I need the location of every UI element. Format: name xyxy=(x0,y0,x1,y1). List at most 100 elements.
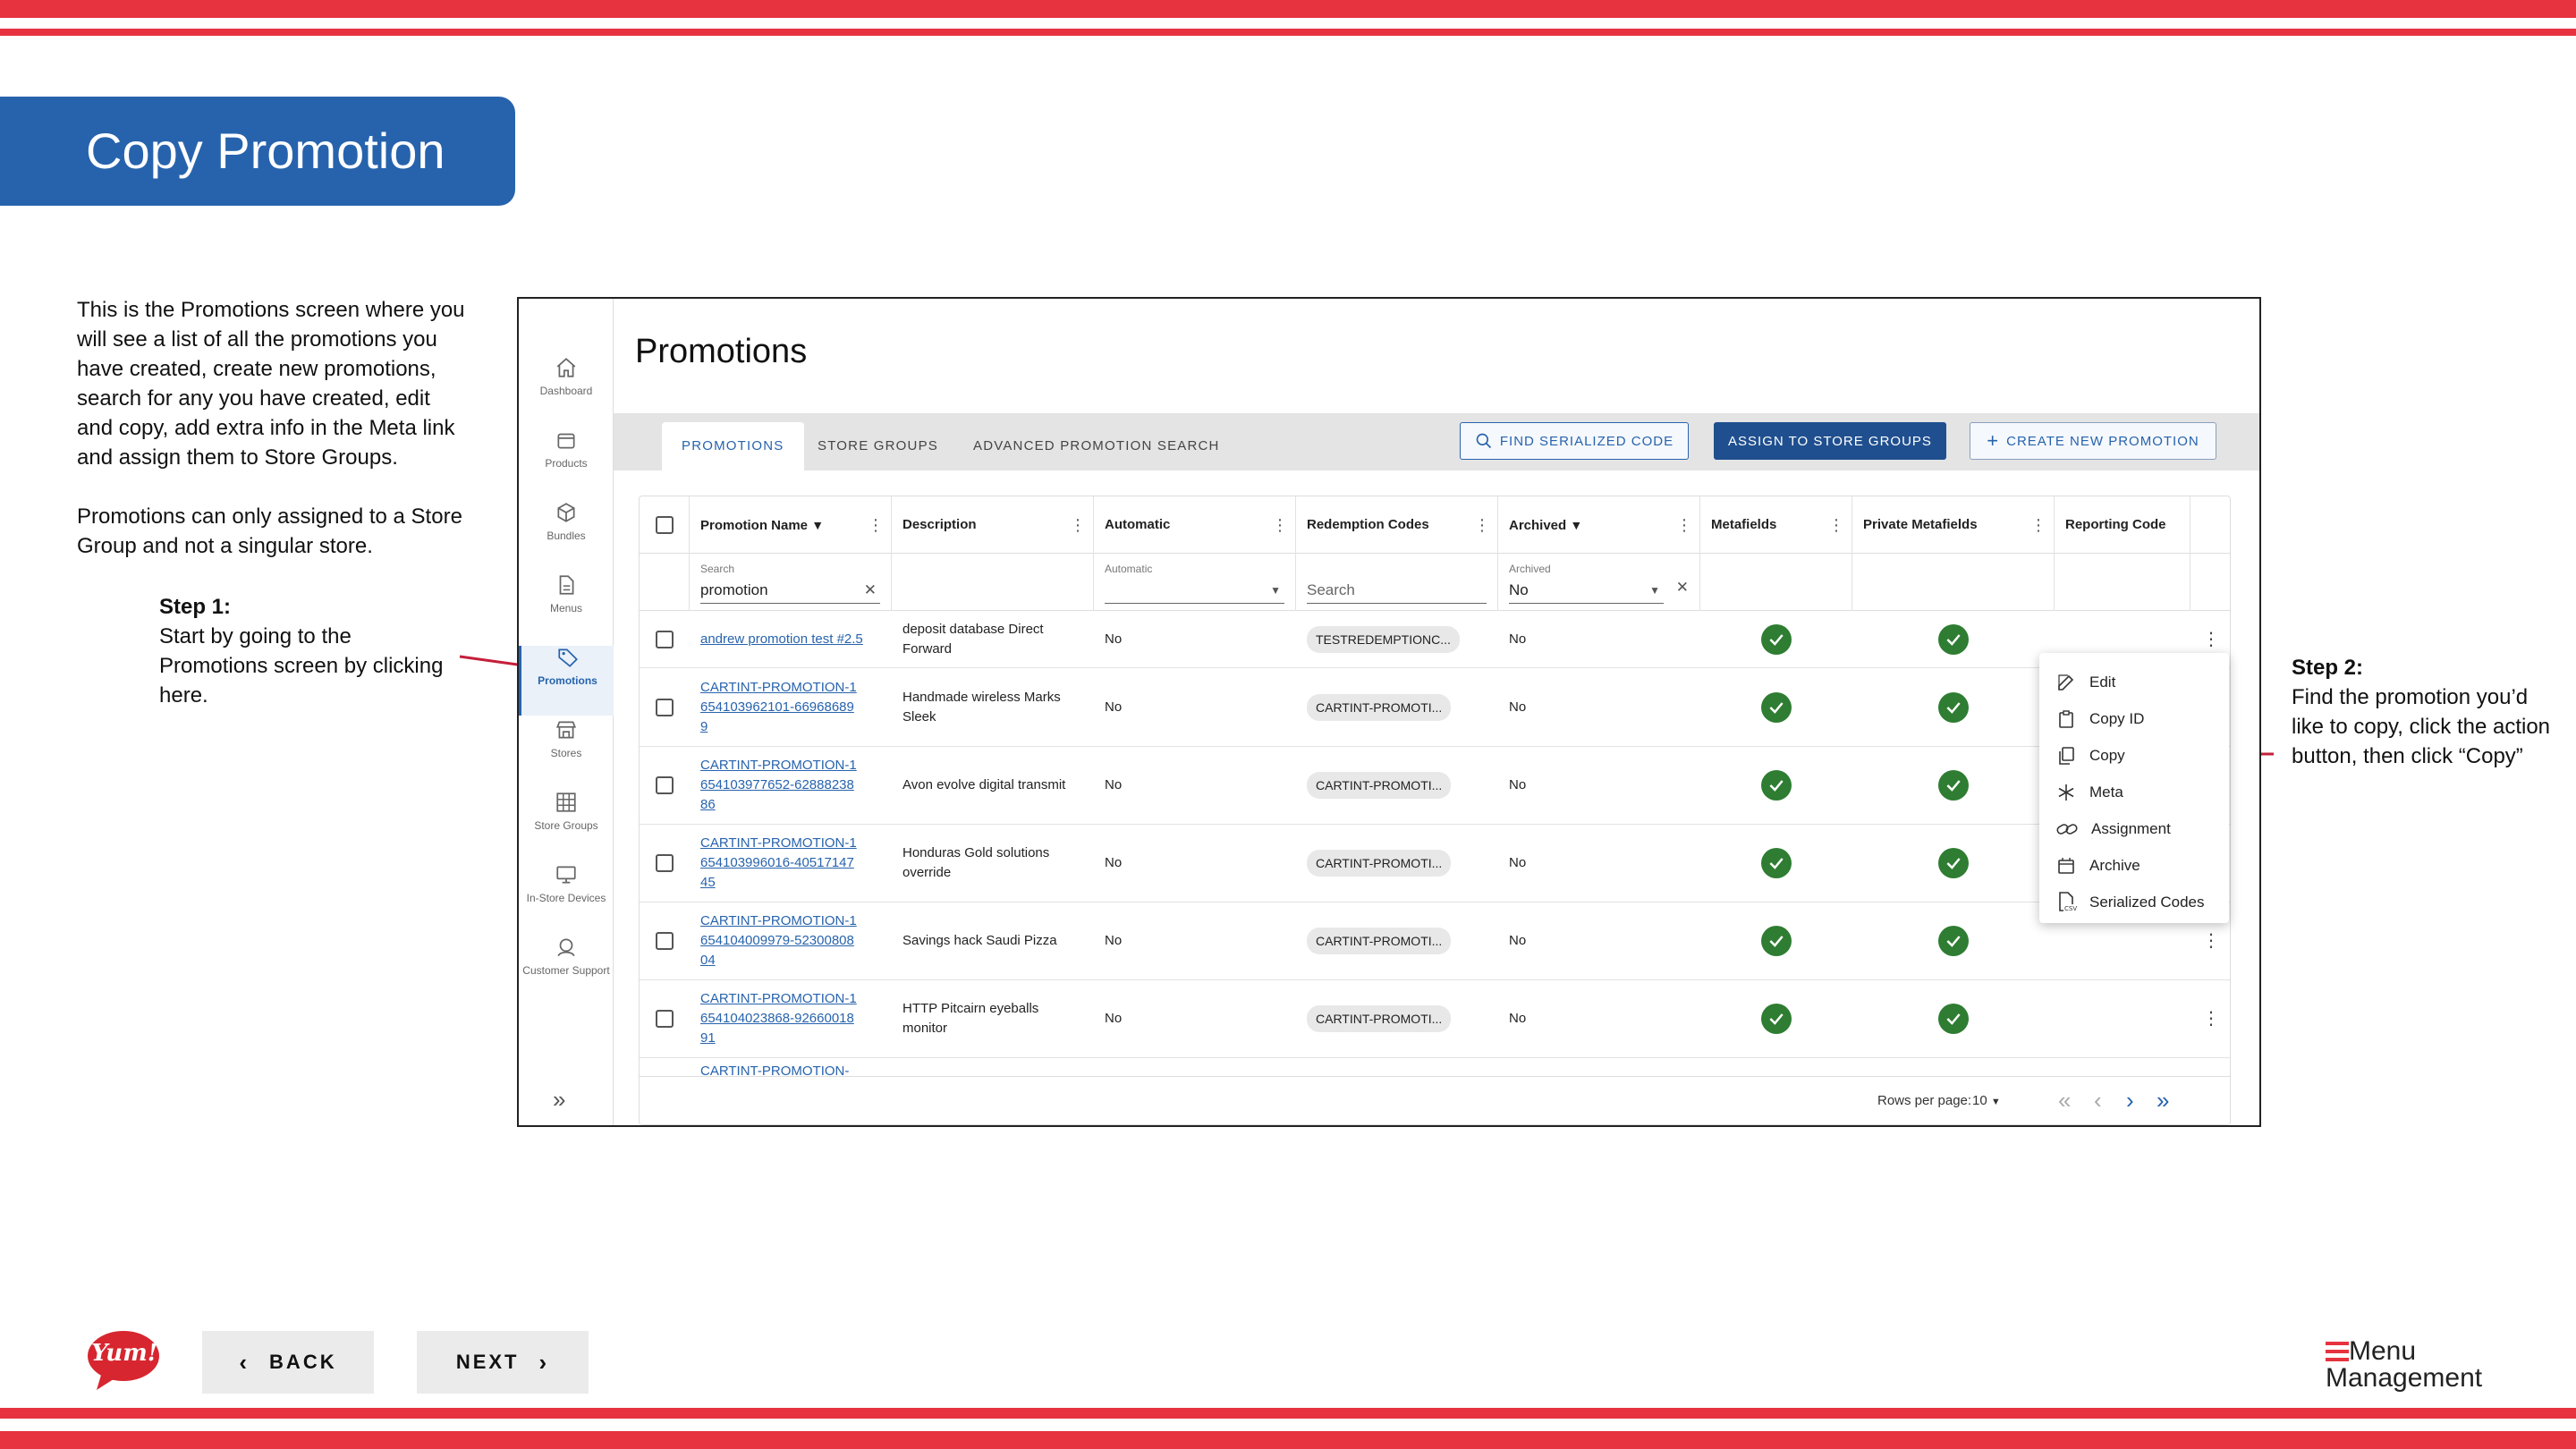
promotion-name-cell: CARTINT-PROMOTION-1654104009979-52300808… xyxy=(690,902,860,979)
column-menu-icon[interactable]: ⋮ xyxy=(1828,496,1844,554)
column-menu-icon[interactable]: ⋮ xyxy=(1272,496,1288,554)
row-select-cell xyxy=(640,747,690,824)
description-cell: HTTP Pitcairn eyeballs monitor xyxy=(902,1001,1039,1036)
next-button[interactable]: NEXT › xyxy=(417,1331,589,1394)
top-stripe-1 xyxy=(0,0,2576,18)
check-circle-icon xyxy=(1938,926,1969,956)
bottom-stripe-1 xyxy=(0,1408,2576,1419)
expand-rail-icon[interactable]: » xyxy=(553,1086,565,1114)
table-row-partial: CARTINT-PROMOTION- xyxy=(640,1058,2230,1076)
find-serialized-code-button[interactable]: FIND SERIALIZED CODE xyxy=(1460,422,1689,460)
page-title: Promotions xyxy=(635,333,808,370)
name-filter-input[interactable]: promotion ✕ xyxy=(700,579,880,604)
row-checkbox[interactable] xyxy=(656,630,674,648)
more-vertical-icon[interactable]: ⋮ xyxy=(2202,630,2220,649)
menu-item-copy-id[interactable]: Copy ID xyxy=(2039,700,2229,737)
copy-icon xyxy=(2059,746,2074,765)
menu-item-meta[interactable]: Meta xyxy=(2039,774,2229,810)
metafields-cell xyxy=(1700,980,1852,1057)
automatic-cell: No xyxy=(1105,777,1123,792)
menu-item-copy[interactable]: Copy xyxy=(2039,737,2229,774)
column-automatic[interactable]: Automatic ⋮ xyxy=(1094,496,1296,554)
column-description[interactable]: Description ⋮ xyxy=(892,496,1094,554)
column-menu-icon[interactable]: ⋮ xyxy=(868,496,884,554)
row-checkbox[interactable] xyxy=(656,1010,674,1028)
tab-advanced-promotion-search[interactable]: ADVANCED PROMOTION SEARCH xyxy=(953,422,1240,470)
previous-page-icon[interactable]: ‹ xyxy=(2094,1088,2102,1113)
column-metafields[interactable]: Metafields ⋮ xyxy=(1700,496,1852,554)
tab-store-groups[interactable]: STORE GROUPS xyxy=(798,422,958,470)
promotion-name-link[interactable]: CARTINT-PROMOTION-1654103977652-62888238… xyxy=(700,756,860,815)
automatic-cell: No xyxy=(1105,631,1123,647)
column-archived[interactable]: Archived ▼ ⋮ xyxy=(1498,496,1700,554)
menu-item-archive[interactable]: Archive xyxy=(2039,847,2229,884)
clear-icon[interactable]: ✕ xyxy=(864,579,877,602)
column-redemption-codes[interactable]: Redemption Codes ⋮ xyxy=(1296,496,1498,554)
promotion-name-cell: CARTINT-PROMOTION-1654103977652-62888238… xyxy=(690,747,860,824)
codes-filter-input[interactable]: Search xyxy=(1307,579,1487,604)
tab-promotions[interactable]: PROMOTIONS xyxy=(662,422,804,470)
column-menu-icon[interactable]: ⋮ xyxy=(1676,496,1692,554)
last-page-icon[interactable]: » xyxy=(2157,1088,2169,1113)
menu-item-serialized-codes[interactable]: CSV Serialized Codes xyxy=(2039,884,2229,920)
nav-item-products[interactable]: Products xyxy=(519,428,614,498)
nav-item-promotions[interactable]: Promotions xyxy=(519,646,614,716)
dropdown-arrow-icon: ▼ xyxy=(1649,584,1660,597)
check-circle-icon xyxy=(1761,770,1792,801)
menu-item-assignment[interactable]: Assignment xyxy=(2039,810,2229,847)
nav-label-bundles: Bundles xyxy=(547,530,586,542)
back-button[interactable]: ‹ BACK xyxy=(202,1331,374,1394)
store-icon xyxy=(555,721,577,739)
nav-item-customer-support[interactable]: Customer Support xyxy=(519,936,614,1016)
automatic-filter-select[interactable]: ▼ xyxy=(1105,579,1284,604)
search-icon xyxy=(1476,433,1491,449)
nav-item-dashboard[interactable]: Dashboard xyxy=(519,356,614,426)
first-page-icon[interactable]: « xyxy=(2058,1088,2071,1113)
more-vertical-icon[interactable]: ⋮ xyxy=(2202,1009,2220,1029)
select-all-column xyxy=(640,496,690,554)
row-checkbox[interactable] xyxy=(656,776,674,794)
row-checkbox[interactable] xyxy=(656,698,674,716)
assign-to-store-groups-button[interactable]: ASSIGN TO STORE GROUPS xyxy=(1714,422,1946,460)
row-checkbox[interactable] xyxy=(656,932,674,950)
table-row: andrew promotion test #2.5 deposit datab… xyxy=(640,611,2230,668)
promotion-name-link[interactable]: CARTINT-PROMOTION-1654103962101-66968689… xyxy=(700,678,860,737)
column-reporting-code[interactable]: Reporting Code xyxy=(2055,496,2190,554)
row-select-cell xyxy=(640,980,690,1057)
create-new-promotion-button-visible[interactable]: + CREATE NEW PROMOTION xyxy=(1970,422,2216,460)
nav-item-bundles[interactable]: Bundles xyxy=(519,501,614,571)
more-vertical-icon[interactable]: ⋮ xyxy=(2202,931,2220,951)
redemption-code-cell: CARTINT-PROMOTI... xyxy=(1296,980,1498,1057)
menu-management-logo: Menu Management xyxy=(2326,1338,2482,1392)
column-menu-icon[interactable]: ⋮ xyxy=(1070,496,1086,554)
redemption-code-chip: CARTINT-PROMOTI... xyxy=(1307,693,1452,721)
nav-item-in-store-devices[interactable]: In-Store Devices xyxy=(519,863,614,933)
archived-filter-select[interactable]: No ▼ xyxy=(1509,579,1664,604)
clear-icon[interactable]: ✕ xyxy=(1676,579,1689,597)
next-page-icon[interactable]: › xyxy=(2126,1088,2134,1113)
filter-icon[interactable]: ▼ xyxy=(811,518,824,532)
promotion-name-link[interactable]: CARTINT-PROMOTION- xyxy=(700,1062,849,1076)
archived-cell: No xyxy=(1509,699,1527,715)
menu-item-edit[interactable]: Edit xyxy=(2039,664,2229,700)
promotion-name-link[interactable]: andrew promotion test #2.5 xyxy=(700,630,863,649)
private-metafields-cell xyxy=(1852,902,2055,979)
promotion-name-link[interactable]: CARTINT-PROMOTION-1654104009979-52300808… xyxy=(700,911,860,970)
row-checkbox[interactable] xyxy=(656,854,674,872)
column-private-metafields[interactable]: Private Metafields ⋮ xyxy=(1852,496,2055,554)
filter-icon[interactable]: ▼ xyxy=(1570,518,1582,532)
nav-item-store-groups[interactable]: Store Groups xyxy=(519,791,614,860)
nav-item-stores[interactable]: Stores xyxy=(519,718,614,788)
check-circle-icon xyxy=(1938,1004,1969,1034)
column-menu-icon[interactable]: ⋮ xyxy=(1474,496,1490,554)
column-promotion-name[interactable]: Promotion Name ▼ ⋮ xyxy=(690,496,892,554)
promotion-name-link[interactable]: CARTINT-PROMOTION-1654103996016-40517147… xyxy=(700,834,860,893)
nav-item-menus[interactable]: Menus xyxy=(519,573,614,643)
monitor-icon xyxy=(556,866,576,884)
step-1-callout: Step 1: Start by going to the Promotions… xyxy=(159,592,463,710)
rows-per-page-select[interactable]: 10 ▼ xyxy=(1972,1093,2001,1108)
column-menu-icon[interactable]: ⋮ xyxy=(2030,496,2046,554)
select-all-checkbox[interactable] xyxy=(656,516,674,534)
promotion-name-link[interactable]: CARTINT-PROMOTION-1654104023868-92660018… xyxy=(700,989,860,1048)
description-cell: deposit database Direct Forward xyxy=(902,621,1044,657)
